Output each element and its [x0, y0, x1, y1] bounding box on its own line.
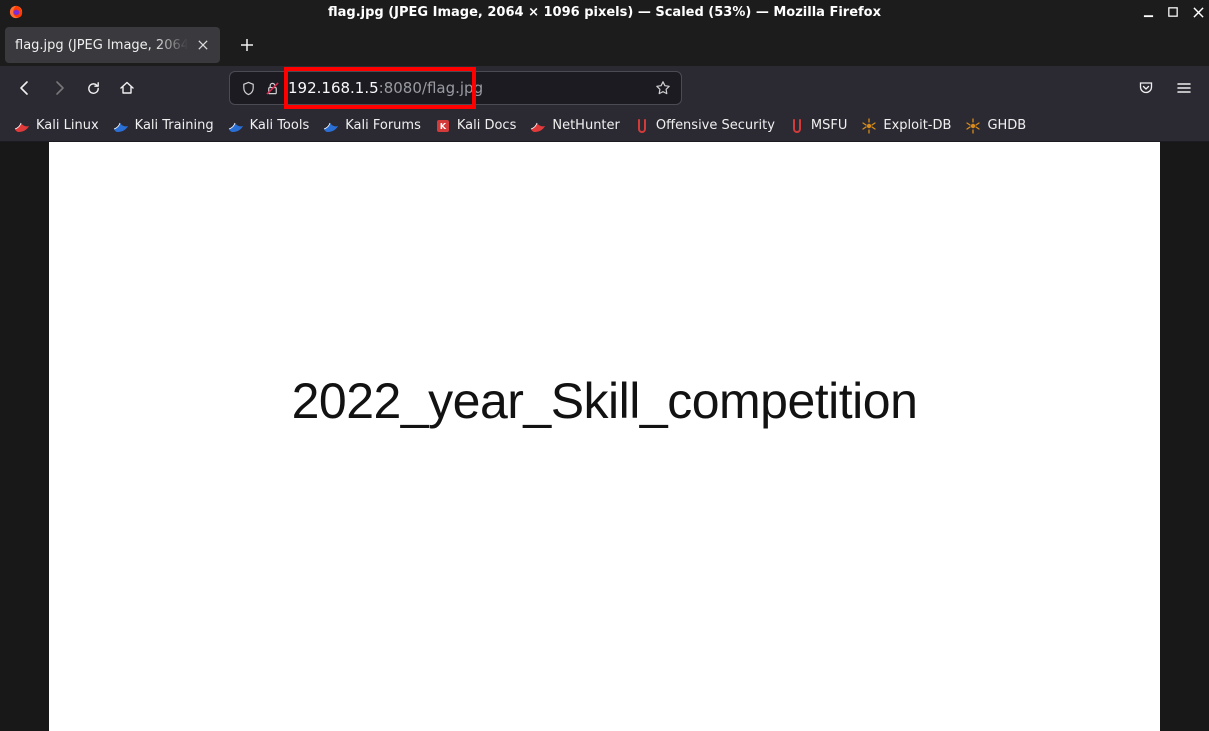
window-titlebar: flag.jpg (JPEG Image, 2064 × 1096 pixels…: [0, 0, 1209, 24]
bookmark-label: GHDB: [987, 118, 1026, 133]
url-path: /flag.jpg: [422, 79, 483, 97]
url-bar[interactable]: 192.168.1.5:8080/flag.jpg: [229, 71, 682, 105]
bookmark-label: Kali Tools: [250, 118, 310, 133]
bookmark-kali-docs[interactable]: K Kali Docs: [435, 118, 517, 134]
spider-orange-icon: [861, 118, 877, 134]
bookmark-ghdb[interactable]: GHDB: [965, 118, 1026, 134]
bookmark-kali-training[interactable]: Kali Training: [113, 118, 214, 134]
image-viewer[interactable]: 2022_year_Skill_competition: [49, 142, 1160, 731]
bookmark-kali-tools[interactable]: Kali Tools: [228, 118, 310, 134]
bookmark-label: MSFU: [811, 118, 847, 133]
tab-close-button[interactable]: [194, 36, 212, 54]
bookmark-star-button[interactable]: [651, 76, 675, 100]
bookmarks-bar: Kali Linux Kali Training Kali Tools Kali…: [0, 110, 1209, 142]
back-button[interactable]: [8, 71, 42, 105]
pocket-button[interactable]: [1129, 71, 1163, 105]
reload-button[interactable]: [76, 71, 110, 105]
home-button[interactable]: [110, 71, 144, 105]
dragon-red-icon: [530, 118, 546, 134]
tab-bar: flag.jpg (JPEG Image, 2064 × 1096 pixels…: [0, 24, 1209, 66]
os-red-icon: [634, 118, 650, 134]
bookmark-label: Kali Docs: [457, 118, 517, 133]
tab-active[interactable]: flag.jpg (JPEG Image, 2064 × 1096 pixels…: [5, 27, 220, 63]
svg-text:K: K: [440, 122, 447, 131]
dragon-red-icon: [14, 118, 30, 134]
bookmark-label: Kali Linux: [36, 118, 99, 133]
os-red-icon: [789, 118, 805, 134]
bookmark-label: Exploit-DB: [883, 118, 951, 133]
bookmark-label: NetHunter: [552, 118, 620, 133]
tab-label: flag.jpg (JPEG Image, 2064 × 1096 pixels…: [15, 38, 188, 53]
bookmark-kali-linux[interactable]: Kali Linux: [14, 118, 99, 134]
dragon-blue-icon: [323, 118, 339, 134]
forward-button[interactable]: [42, 71, 76, 105]
bookmark-kali-forums[interactable]: Kali Forums: [323, 118, 421, 134]
bookmark-msfu[interactable]: MSFU: [789, 118, 847, 134]
spider-orange-icon: [965, 118, 981, 134]
bookmark-exploit-db[interactable]: Exploit-DB: [861, 118, 951, 134]
window-minimize-button[interactable]: [1141, 5, 1155, 19]
flag-image-text: 2022_year_Skill_competition: [49, 372, 1160, 430]
bookmark-label: Kali Training: [135, 118, 214, 133]
dragon-blue-icon: [113, 118, 129, 134]
dragon-blue-icon: [228, 118, 244, 134]
bookmark-offensive-security[interactable]: Offensive Security: [634, 118, 775, 134]
url-text: 192.168.1.5:8080/flag.jpg: [284, 79, 651, 97]
box-red-icon: K: [435, 118, 451, 134]
bookmark-label: Kali Forums: [345, 118, 421, 133]
bookmark-nethunter[interactable]: NetHunter: [530, 118, 620, 134]
lock-insecure-icon[interactable]: [260, 76, 284, 100]
firefox-icon: [9, 5, 23, 19]
content-viewport: 2022_year_Skill_competition: [0, 142, 1209, 731]
window-close-button[interactable]: [1191, 5, 1205, 19]
new-tab-button[interactable]: [232, 30, 262, 60]
nav-toolbar: 192.168.1.5:8080/flag.jpg: [0, 66, 1209, 110]
hamburger-menu-button[interactable]: [1167, 71, 1201, 105]
window-maximize-button[interactable]: [1166, 5, 1180, 19]
bookmark-label: Offensive Security: [656, 118, 775, 133]
url-port: :8080: [379, 79, 422, 97]
window-title: flag.jpg (JPEG Image, 2064 × 1096 pixels…: [328, 5, 881, 20]
shield-icon[interactable]: [236, 76, 260, 100]
url-host: 192.168.1.5: [288, 79, 379, 97]
